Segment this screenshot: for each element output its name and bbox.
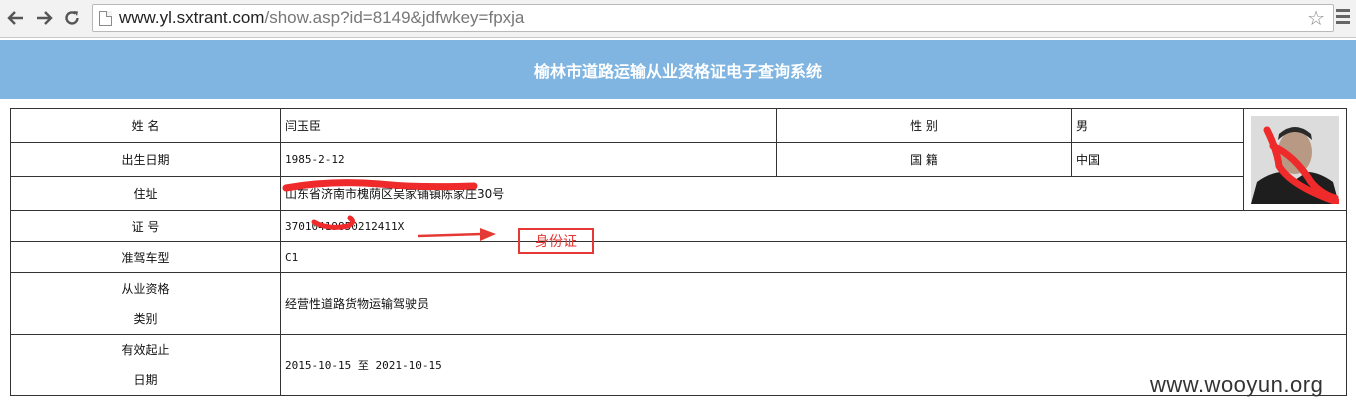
license-type-label: 准驾车型 bbox=[10, 241, 281, 273]
forward-arrow-icon[interactable] bbox=[32, 6, 56, 30]
back-arrow-icon[interactable] bbox=[4, 6, 28, 30]
qualification-value: 经营性道路货物运输驾驶员 bbox=[280, 272, 1347, 335]
qualification-label-line2: 类别 bbox=[133, 311, 158, 326]
address-value: 山东省济南市槐荫区吴家铺镇陈家庄30号 bbox=[280, 176, 1244, 211]
bookmark-star-icon[interactable]: ☆ bbox=[1307, 7, 1325, 29]
id-card-annotation: 身份证 bbox=[518, 228, 594, 254]
birth-label: 出生日期 bbox=[10, 142, 281, 177]
address-label: 住址 bbox=[10, 176, 281, 211]
avatar bbox=[1251, 115, 1339, 204]
name-value: 闫玉臣 bbox=[280, 108, 777, 143]
photo-cell bbox=[1243, 108, 1347, 211]
browser-toolbar: www.yl.sxtrant.com/show.asp?id=8149&jdfw… bbox=[0, 0, 1356, 38]
qualification-label: 从业资格 类别 bbox=[10, 272, 281, 335]
table-row: 有效起止 日期 2015-10-15 至 2021-10-15 bbox=[10, 334, 1347, 396]
url-path: /show.asp?id=8149&jdfwkey=fpxja bbox=[264, 8, 525, 27]
gender-label: 性 别 bbox=[776, 108, 1072, 143]
table-row: 住址 山东省济南市槐荫区吴家铺镇陈家庄30号 bbox=[10, 176, 1347, 211]
nationality-value: 中国 bbox=[1071, 142, 1244, 177]
table-row: 准驾车型 C1 bbox=[10, 241, 1347, 273]
table-row: 姓 名 闫玉臣 性 别 男 bbox=[10, 108, 1347, 211]
qualification-label-line1: 从业资格 bbox=[121, 281, 170, 296]
page-icon bbox=[99, 11, 112, 26]
validity-label: 有效起止 日期 bbox=[10, 334, 281, 396]
name-label: 姓 名 bbox=[10, 108, 281, 143]
table-row: 证 号 37010419850212411X bbox=[10, 210, 1347, 242]
menu-icon[interactable] bbox=[1336, 9, 1350, 27]
address-bar[interactable]: www.yl.sxtrant.com/show.asp?id=8149&jdfw… bbox=[92, 4, 1334, 32]
id-label: 证 号 bbox=[10, 210, 281, 242]
url-text[interactable]: www.yl.sxtrant.com/show.asp?id=8149&jdfw… bbox=[119, 8, 524, 28]
page-header: 榆林市道路运输从业资格证电子查询系统 bbox=[0, 40, 1356, 99]
license-type-value: C1 bbox=[280, 241, 1347, 273]
url-host: www.yl.sxtrant.com bbox=[119, 8, 265, 27]
watermark: www.wooyun.org bbox=[1150, 372, 1324, 397]
table-row: 出生日期 1985-2-12 国 籍 中国 bbox=[10, 142, 1347, 177]
birth-value: 1985-2-12 bbox=[280, 142, 777, 177]
page-title: 榆林市道路运输从业资格证电子查询系统 bbox=[533, 61, 822, 81]
id-value: 37010419850212411X bbox=[280, 210, 1347, 242]
validity-label-line2: 日期 bbox=[133, 373, 158, 387]
validity-label-line1: 有效起止 bbox=[121, 343, 170, 357]
gender-value: 男 bbox=[1071, 108, 1244, 143]
nationality-label: 国 籍 bbox=[776, 142, 1072, 177]
reload-icon[interactable] bbox=[60, 6, 84, 30]
table-row: 从业资格 类别 经营性道路货物运输驾驶员 bbox=[10, 272, 1347, 335]
record-table: 姓 名 闫玉臣 性 别 男 出生日期 1985-2-12 国 籍 中国 住址 山… bbox=[10, 108, 1347, 396]
